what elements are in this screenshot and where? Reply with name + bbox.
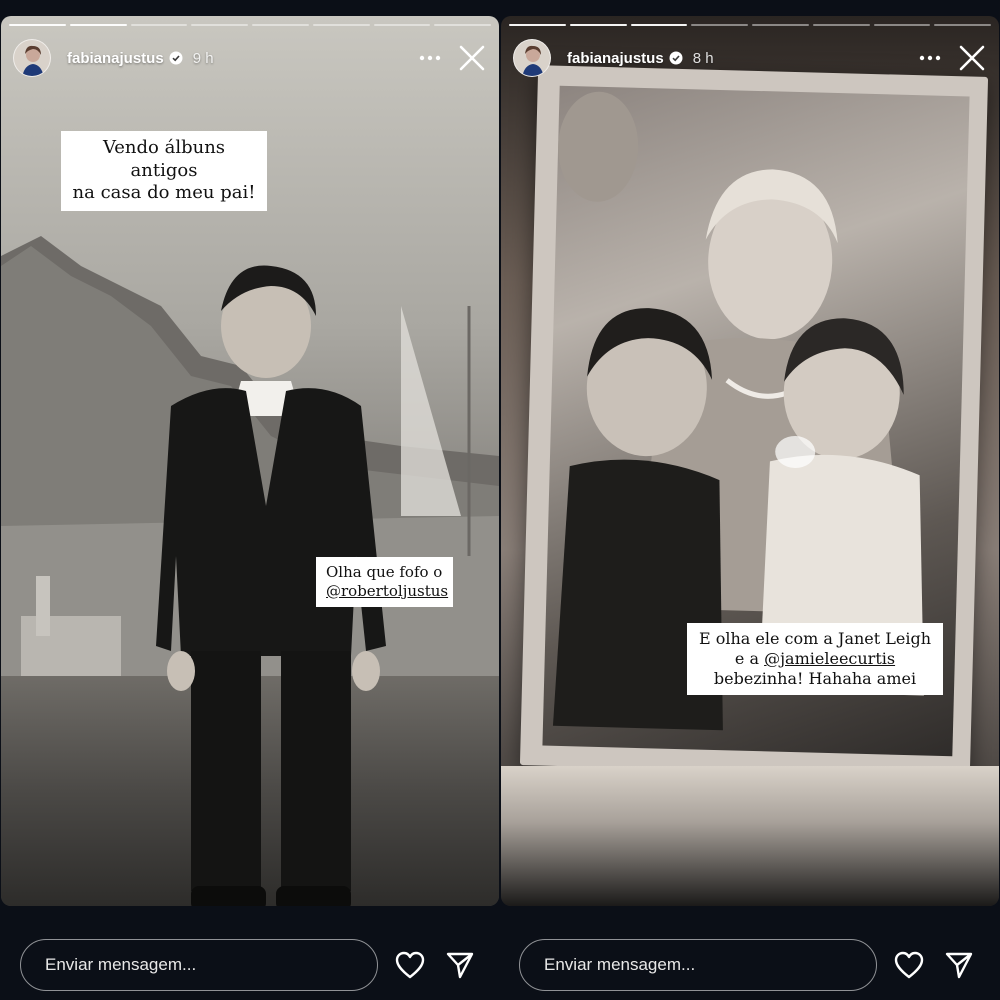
caption-top: Vendo álbuns antigos na casa do meu pai! [61, 131, 267, 211]
reply-bar: Enviar mensagem... [519, 937, 989, 993]
more-options-icon[interactable] [413, 43, 447, 73]
caption-line: e a @jamieleecurtis [697, 649, 933, 669]
message-input[interactable]: Enviar mensagem... [20, 939, 378, 991]
more-options-icon[interactable] [913, 43, 947, 73]
reply-bar: Enviar mensagem... [20, 937, 490, 993]
caption-line: bebezinha! Hahaha amei [713, 669, 917, 688]
caption-line: Olha que fofo o [326, 563, 443, 581]
progress-segment [873, 24, 931, 26]
progress-segment [509, 24, 566, 26]
table-surface [501, 766, 999, 906]
story-header: fabianajustus 9 h [13, 38, 489, 78]
story-progress [9, 24, 491, 26]
close-icon[interactable] [955, 41, 989, 75]
story-card-2[interactable]: fabianajustus 8 h E olha ele com a Janet… [501, 16, 999, 906]
story-header: fabianajustus 8 h [513, 38, 989, 78]
caption-line: na casa do meu pai! [72, 182, 256, 203]
progress-segment [9, 24, 66, 26]
progress-segment [569, 24, 627, 26]
progress-segment [812, 24, 870, 26]
progress-segment [434, 24, 491, 26]
mention-link[interactable]: @robertoljustus [326, 582, 448, 601]
progress-segment [630, 24, 688, 26]
username[interactable]: fabianajustus [567, 50, 664, 67]
username[interactable]: fabianajustus [67, 50, 164, 67]
progress-segment [691, 24, 748, 26]
close-icon[interactable] [455, 41, 489, 75]
verified-badge-icon [669, 51, 683, 65]
caption-line: Vendo álbuns antigos [102, 137, 226, 181]
caption-bottom: E olha ele com a Janet Leigh e a @jamiel… [687, 623, 943, 695]
progress-segment [312, 24, 370, 26]
progress-segment [191, 24, 248, 26]
avatar[interactable] [13, 39, 51, 77]
progress-segment [373, 24, 431, 26]
progress-segment [252, 24, 309, 26]
caption-text: e a [734, 649, 765, 668]
send-icon[interactable] [442, 947, 478, 983]
send-icon[interactable] [941, 947, 977, 983]
story-photo [501, 16, 999, 906]
post-time: 8 h [692, 49, 714, 67]
heart-icon[interactable] [891, 947, 927, 983]
story-card-1[interactable]: fabianajustus 9 h Vendo álbuns antigos n… [1, 16, 499, 906]
progress-segment [752, 24, 809, 26]
caption-side: Olha que fofo o @robertoljustus [316, 557, 453, 607]
post-time: 9 h [192, 49, 214, 67]
heart-icon[interactable] [392, 947, 428, 983]
progress-segment [130, 24, 188, 26]
message-input[interactable]: Enviar mensagem... [519, 939, 877, 991]
caption-line: E olha ele com a Janet Leigh [698, 629, 932, 648]
progress-segment [934, 24, 991, 26]
avatar[interactable] [513, 39, 551, 77]
story-progress [509, 24, 991, 26]
mention-link[interactable]: @jamieleecurtis [764, 649, 895, 668]
verified-badge-icon [169, 51, 183, 65]
progress-segment [69, 24, 127, 26]
